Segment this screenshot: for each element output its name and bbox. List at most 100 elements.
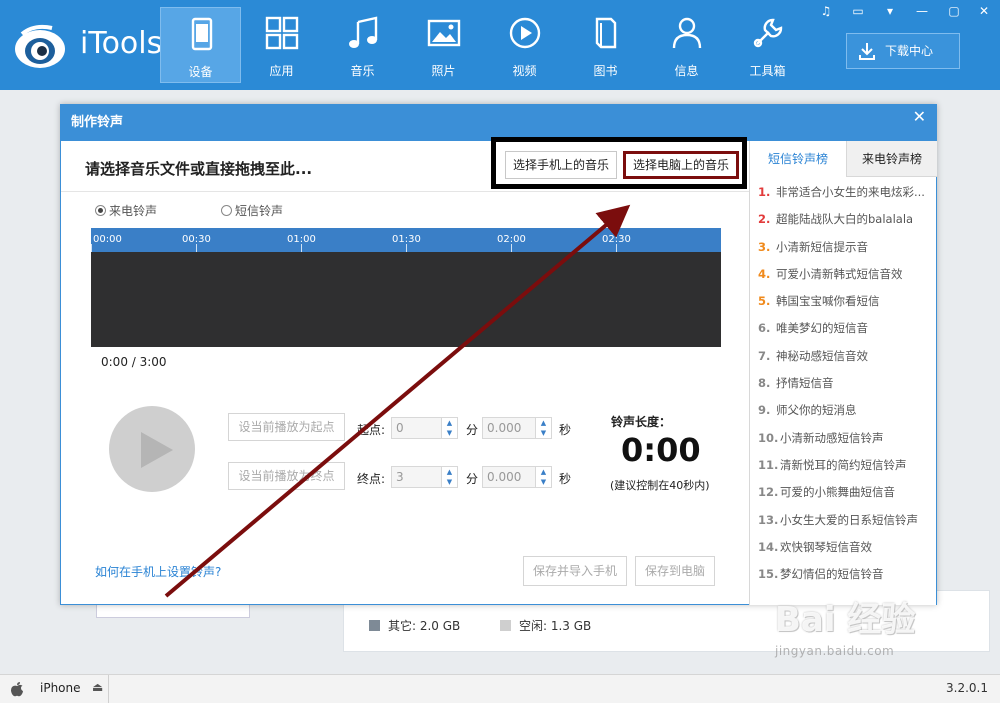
list-item[interactable]: 1. 非常适合小女生的来电炫彩... bbox=[750, 179, 937, 206]
spin-up-icon[interactable]: ▲ bbox=[536, 467, 551, 477]
eject-icon[interactable]: ⏏ bbox=[92, 680, 103, 694]
play-button[interactable] bbox=[109, 406, 195, 492]
storage-legend-other: 其它: 2.0 GB bbox=[369, 617, 460, 634]
spinner-arrows[interactable]: ▲ ▼ bbox=[441, 467, 457, 487]
storage-legend-free: 空闲: 1.3 GB bbox=[500, 617, 591, 634]
list-item[interactable]: 4. 可爱小清新韩式短信音效 bbox=[750, 261, 937, 288]
rank-title: 欢快钢琴短信音效 bbox=[780, 539, 872, 554]
rank-title: 小女生大爱的日系短信铃声 bbox=[780, 512, 918, 527]
nav-label: 工具箱 bbox=[749, 64, 786, 78]
end-label: 终点: bbox=[357, 472, 386, 486]
list-item[interactable]: 14. 欢快钢琴短信音效 bbox=[750, 534, 937, 561]
radio-dot bbox=[95, 205, 106, 216]
rank-number: 7. bbox=[758, 348, 771, 363]
rank-number: 5. bbox=[758, 294, 771, 309]
timeline-tick bbox=[406, 244, 407, 252]
nav-books[interactable]: 图书 bbox=[565, 7, 646, 83]
set-start-button[interactable]: 设当前播放为起点 bbox=[228, 413, 345, 441]
save-to-pc-button[interactable]: 保存到电脑 bbox=[635, 556, 715, 586]
list-item[interactable]: 9. 师父你的短消息 bbox=[750, 397, 937, 424]
video-icon bbox=[509, 17, 541, 49]
nav-video[interactable]: 视频 bbox=[484, 7, 565, 83]
list-item[interactable]: 5. 韩国宝宝喊你看短信 bbox=[750, 288, 937, 315]
rank-title: 小清新动感短信铃声 bbox=[780, 430, 884, 445]
rank-number: 3. bbox=[758, 239, 771, 254]
pick-pc-music-button[interactable]: 选择电脑上的音乐 bbox=[623, 151, 739, 179]
ringtone-length-label: 铃声长度： bbox=[611, 415, 672, 429]
spinner-arrows[interactable]: ▲ ▼ bbox=[535, 467, 551, 487]
pick-phone-music-button[interactable]: 选择手机上的音乐 bbox=[505, 151, 617, 179]
end-second-input[interactable]: 0.000 ▲ ▼ bbox=[482, 466, 552, 488]
dialog-title-bar: 制作铃声 ✕ bbox=[61, 105, 936, 141]
spin-down-icon[interactable]: ▼ bbox=[442, 477, 457, 487]
start-minute-input[interactable]: 0 ▲ ▼ bbox=[391, 417, 458, 439]
spin-down-icon[interactable]: ▼ bbox=[536, 428, 551, 438]
close-window-icon[interactable]: ✕ bbox=[972, 2, 996, 20]
nav-label: 音乐 bbox=[350, 64, 375, 78]
spin-up-icon[interactable]: ▲ bbox=[536, 418, 551, 428]
set-end-button[interactable]: 设当前播放为终点 bbox=[228, 462, 345, 490]
help-link[interactable]: 如何在手机上设置铃声? bbox=[95, 563, 221, 580]
list-item[interactable]: 8. 抒情短信音 bbox=[750, 370, 937, 397]
rank-title: 抒情短信音 bbox=[776, 376, 834, 391]
radio-sms-ringtone[interactable]: 短信铃声 bbox=[221, 202, 283, 219]
timeline-ruler[interactable]: 00:00 00:30 01:00 01:30 02:00 02:30 bbox=[91, 228, 721, 252]
top-bar: iTools 设备 应用 音乐 照片 视频 图书 信息 工具箱 ♫ ▭ ▾ — … bbox=[0, 0, 1000, 90]
nav-toolbox[interactable]: 工具箱 bbox=[727, 7, 808, 83]
feedback-icon[interactable]: ▭ bbox=[846, 2, 870, 20]
radio-label: 来电铃声 bbox=[109, 204, 158, 218]
nav-device[interactable]: 设备 bbox=[160, 7, 241, 83]
list-item[interactable]: 12. 可爱的小熊舞曲短信音 bbox=[750, 479, 937, 506]
divider bbox=[61, 191, 749, 192]
end-second-value: 0.000 bbox=[487, 470, 522, 484]
download-center-label: 下载中心 bbox=[885, 44, 934, 58]
radio-call-ringtone[interactable]: 来电铃声 bbox=[95, 202, 157, 219]
list-item[interactable]: 2. 超能陆战队大白的balalala bbox=[750, 206, 937, 233]
rank-title: 梦幻情侣的短信铃音 bbox=[780, 567, 884, 582]
spin-down-icon[interactable]: ▼ bbox=[442, 428, 457, 438]
tab-call-ranking[interactable]: 来电铃声榜 bbox=[846, 141, 937, 177]
list-item[interactable]: 10. 小清新动感短信铃声 bbox=[750, 425, 937, 452]
baidu-watermark: Bai 经验 jingyan.baidu.com bbox=[745, 592, 985, 674]
maximize-icon[interactable]: ▢ bbox=[942, 2, 966, 20]
rank-number: 2. bbox=[758, 212, 771, 227]
spin-down-icon[interactable]: ▼ bbox=[536, 477, 551, 487]
nav-apps[interactable]: 应用 bbox=[241, 7, 322, 83]
timeline-tick bbox=[91, 244, 92, 252]
spinner-arrows[interactable]: ▲ ▼ bbox=[535, 418, 551, 438]
tab-sms-ranking[interactable]: 短信铃声榜 bbox=[750, 141, 846, 177]
user-icon bbox=[672, 17, 702, 49]
rank-number: 12. bbox=[758, 485, 779, 500]
spin-up-icon[interactable]: ▲ bbox=[442, 418, 457, 428]
status-bar: iPhone ⏏ 3.2.0.1 bbox=[0, 674, 1000, 703]
dialog-close-icon[interactable]: ✕ bbox=[913, 105, 926, 129]
rank-title: 可爱小清新韩式短信音效 bbox=[776, 266, 903, 281]
list-item[interactable]: 15. 梦幻情侣的短信铃音 bbox=[750, 561, 937, 588]
list-item[interactable]: 6. 唯美梦幻的短信音 bbox=[750, 315, 937, 342]
list-item[interactable]: 13. 小女生大爱的日系短信铃声 bbox=[750, 507, 937, 534]
start-second-input[interactable]: 0.000 ▲ ▼ bbox=[482, 417, 552, 439]
main-nav: 设备 应用 音乐 照片 视频 图书 信息 工具箱 bbox=[160, 7, 808, 83]
download-center-button[interactable]: 下载中心 bbox=[846, 33, 960, 69]
minimize-icon[interactable]: — bbox=[910, 2, 934, 20]
nav-label: 设备 bbox=[188, 65, 213, 79]
music-mini-icon[interactable]: ♫ bbox=[814, 2, 838, 20]
end-minute-input[interactable]: 3 ▲ ▼ bbox=[391, 466, 458, 488]
timeline-tick bbox=[616, 244, 617, 252]
waveform-area[interactable] bbox=[91, 252, 721, 347]
book-icon bbox=[595, 17, 617, 49]
nav-info[interactable]: 信息 bbox=[646, 7, 727, 83]
spinner-arrows[interactable]: ▲ ▼ bbox=[441, 418, 457, 438]
start-label: 起点: bbox=[357, 423, 386, 437]
rank-title: 清新悦耳的简约短信铃声 bbox=[780, 457, 907, 472]
save-import-phone-button[interactable]: 保存并导入手机 bbox=[523, 556, 627, 586]
end-minute-value: 3 bbox=[396, 470, 404, 484]
list-item[interactable]: 3. 小清新短信提示音 bbox=[750, 234, 937, 261]
spin-up-icon[interactable]: ▲ bbox=[442, 467, 457, 477]
menu-icon[interactable]: ▾ bbox=[878, 2, 902, 20]
nav-label: 视频 bbox=[512, 64, 537, 78]
nav-photo[interactable]: 照片 bbox=[403, 7, 484, 83]
list-item[interactable]: 11. 清新悦耳的简约短信铃声 bbox=[750, 452, 937, 479]
nav-music[interactable]: 音乐 bbox=[322, 7, 403, 83]
list-item[interactable]: 7. 神秘动感短信音效 bbox=[750, 343, 937, 370]
